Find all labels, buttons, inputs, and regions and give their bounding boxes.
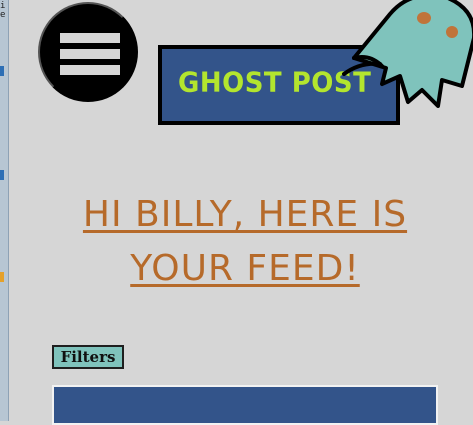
menu-button[interactable] (38, 2, 138, 102)
greeting-line-2: YOUR FEED! (130, 248, 360, 289)
feed-post-card[interactable] (52, 385, 438, 425)
edge-glyph: ie (0, 1, 6, 20)
edge-mark (0, 66, 4, 76)
ghost-icon (342, 0, 473, 108)
edge-mark (0, 272, 4, 282)
greeting-line-1: HI BILLY, HERE IS (82, 194, 408, 235)
edge-mark (0, 170, 4, 180)
hamburger-icon-bar (60, 65, 120, 75)
filters-button[interactable]: Filters (52, 345, 124, 369)
ghost-eye (446, 26, 458, 38)
adjacent-window-edge: ie (0, 0, 9, 421)
hamburger-icon-bar (60, 49, 120, 59)
ghost-eye (417, 12, 431, 24)
hamburger-icon-bar (60, 33, 120, 43)
feed-greeting: HI BILLY, HERE IS YOUR FEED! (40, 188, 450, 296)
